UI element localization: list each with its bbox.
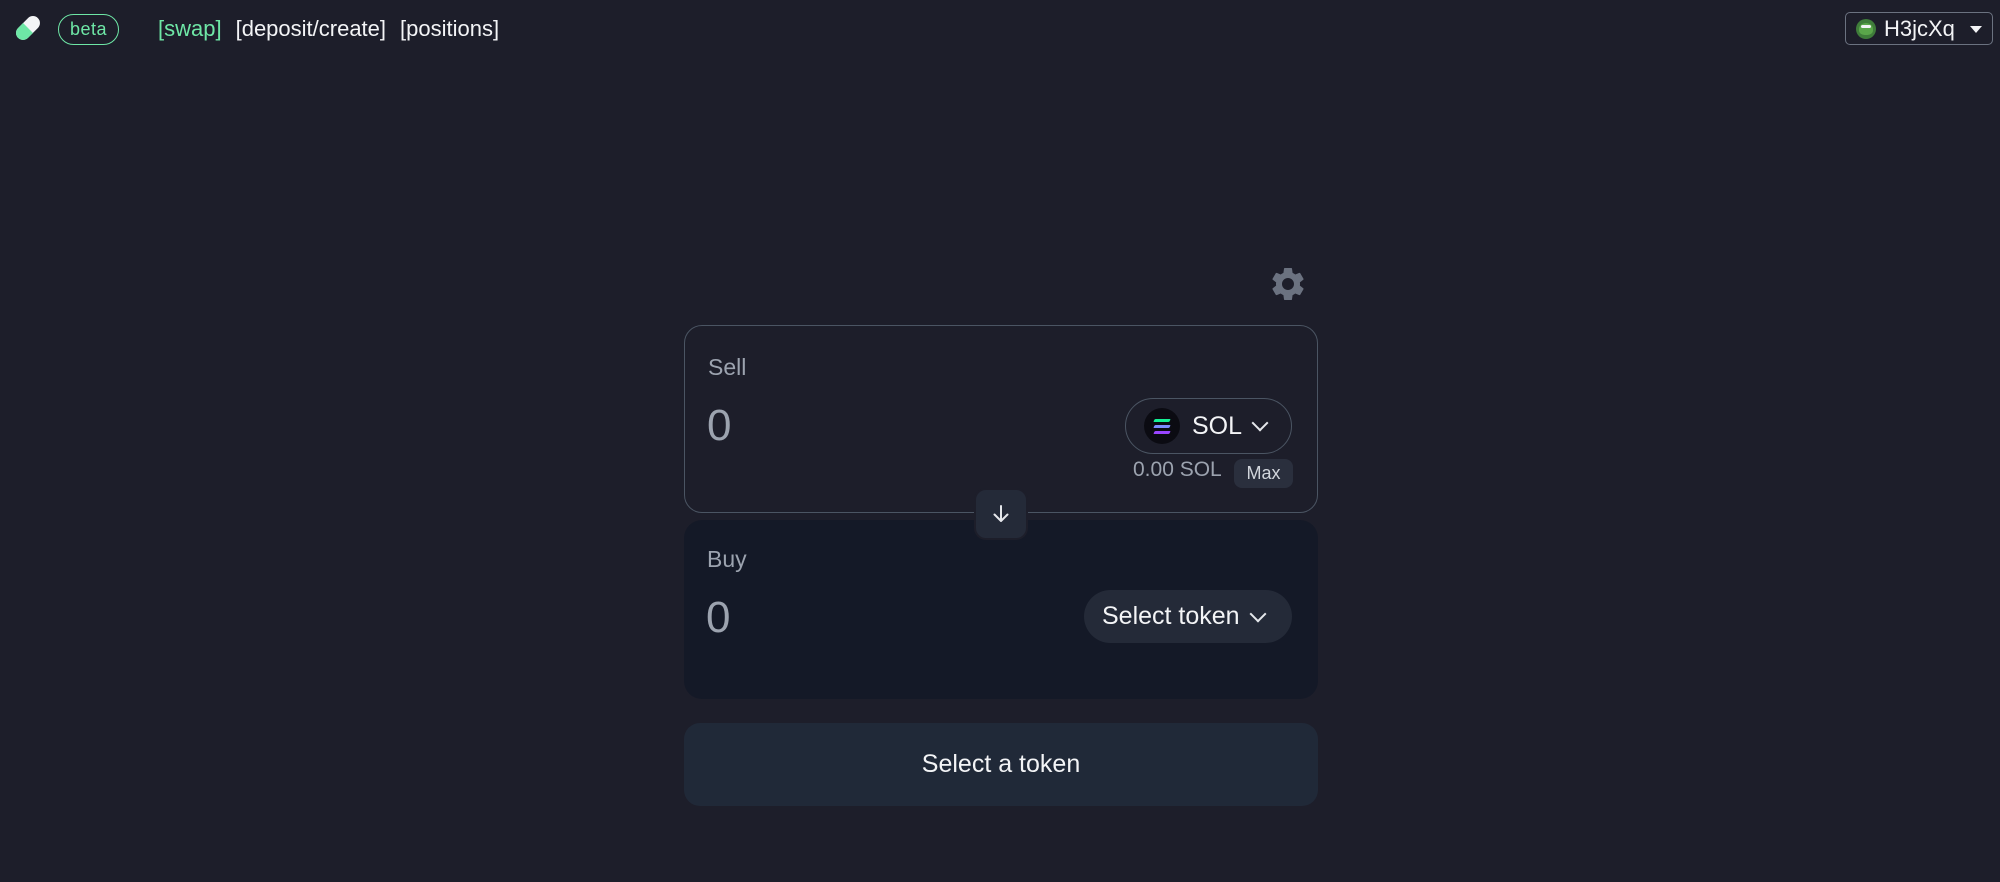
buy-token-selector[interactable]: Select token: [1084, 590, 1292, 643]
sell-token-selector[interactable]: SOL: [1125, 398, 1292, 454]
top-bar: beta [swap] [deposit/create] [positions]…: [0, 0, 2000, 56]
sell-token-name: SOL: [1192, 411, 1243, 440]
arrow-down-icon: [993, 505, 1009, 522]
sell-balance: 0.00 SOL: [1133, 458, 1222, 481]
wallet-button[interactable]: H3jcXq: [1845, 12, 1993, 45]
wallet-address: H3jcXq: [1884, 15, 1955, 41]
swap-direction-button[interactable]: [974, 488, 1028, 540]
main-nav: [swap] [deposit/create] [positions]: [158, 14, 499, 44]
sell-label: Sell: [708, 354, 747, 380]
buy-label: Buy: [707, 546, 747, 572]
solana-icon: [1144, 408, 1180, 444]
gear-icon[interactable]: [1268, 264, 1308, 304]
nav-positions[interactable]: [positions]: [400, 14, 499, 44]
select-token-label: Select token: [1102, 602, 1240, 630]
nav-deposit-create[interactable]: [deposit/create]: [236, 14, 386, 44]
sell-amount-input[interactable]: [707, 398, 1087, 454]
max-button[interactable]: Max: [1234, 459, 1293, 488]
nav-swap[interactable]: [swap]: [158, 14, 222, 44]
buy-panel: Buy Select token: [684, 520, 1318, 699]
chevron-down-icon: [1249, 605, 1267, 622]
pill-icon[interactable]: [10, 10, 46, 46]
beta-badge: beta: [58, 14, 120, 45]
sell-panel: Sell SOL 0.00 SOL Max: [684, 325, 1318, 513]
frog-avatar-icon: [1856, 18, 1876, 39]
buy-amount-input[interactable]: [706, 590, 1066, 646]
select-a-token-button[interactable]: Select a token: [684, 723, 1318, 806]
chevron-down-icon: [1251, 414, 1269, 432]
caret-down-icon: [1970, 26, 1982, 33]
